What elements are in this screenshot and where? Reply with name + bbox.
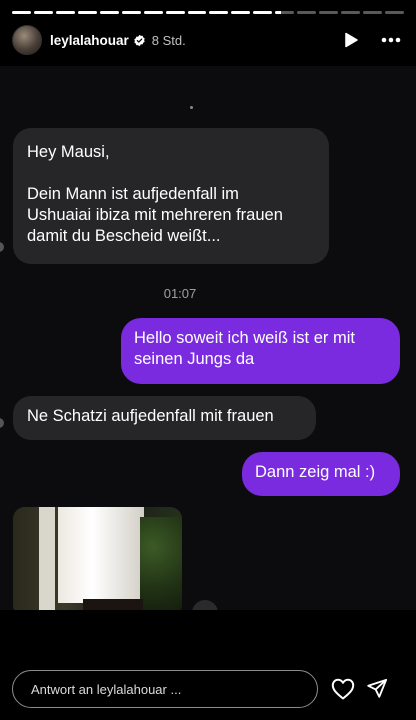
heart-icon[interactable] bbox=[330, 676, 356, 702]
username[interactable]: leylalahouar bbox=[50, 33, 129, 48]
progress-segment bbox=[341, 11, 360, 14]
outgoing-message-1: Hello soweit ich weiß ist er mit seinen … bbox=[121, 318, 400, 384]
message-line: Dein Mann ist aufjedenfall im bbox=[27, 185, 239, 203]
incoming-message-2: Ne Schatzi aufjedenfall mit frauen bbox=[13, 396, 316, 440]
progress-segment bbox=[165, 11, 185, 14]
incoming-message-1: Hey Mausi, Dein Mann ist aufjedenfall im… bbox=[13, 128, 329, 264]
reply-field[interactable] bbox=[12, 670, 318, 708]
progress-segment bbox=[363, 11, 382, 14]
sender-avatar-edge bbox=[0, 242, 4, 252]
progress-segment bbox=[33, 11, 53, 14]
story-progress-bar bbox=[12, 11, 404, 14]
chat-screenshot: Hey Mausi, Dein Mann ist aufjedenfall im… bbox=[0, 66, 416, 610]
progress-segment bbox=[253, 11, 273, 14]
progress-segment bbox=[297, 11, 317, 14]
progress-segment bbox=[99, 11, 119, 14]
story-viewer: leylalahouar 8 Std. Hey Mausi, Dein Mann… bbox=[0, 0, 416, 720]
verified-badge-icon bbox=[134, 34, 145, 46]
progress-segment bbox=[187, 11, 207, 14]
send-icon[interactable] bbox=[364, 676, 390, 702]
progress-segment bbox=[384, 11, 404, 14]
progress-segment bbox=[12, 11, 31, 14]
progress-segment bbox=[275, 11, 295, 14]
progress-segment bbox=[319, 11, 339, 14]
progress-segment bbox=[55, 11, 75, 14]
outgoing-message-2: Dann zeig mal :) bbox=[242, 452, 400, 496]
reaction-button bbox=[192, 600, 218, 610]
message-line: Ushuaiai ibiza mit mehreren frauen bbox=[27, 206, 283, 224]
progress-segment bbox=[77, 11, 97, 14]
progress-segment bbox=[143, 11, 163, 14]
message-line-blank bbox=[27, 163, 315, 184]
play-icon[interactable] bbox=[338, 27, 364, 53]
photo-message bbox=[13, 507, 182, 610]
progress-segment bbox=[121, 11, 141, 14]
decorative-dot bbox=[190, 106, 193, 109]
story-header: leylalahouar 8 Std. bbox=[12, 24, 404, 56]
progress-segment bbox=[231, 11, 251, 14]
message-timestamp: 01:07 bbox=[163, 286, 197, 301]
progress-segment bbox=[209, 11, 229, 14]
sender-avatar-edge bbox=[0, 418, 4, 428]
post-time: 8 Std. bbox=[151, 32, 186, 48]
avatar[interactable] bbox=[12, 25, 42, 55]
reply-input[interactable] bbox=[31, 681, 317, 697]
message-line: damit du Bescheid weißt... bbox=[27, 227, 221, 245]
message-line: Hey Mausi, bbox=[27, 143, 110, 161]
more-options-icon[interactable] bbox=[378, 27, 404, 53]
